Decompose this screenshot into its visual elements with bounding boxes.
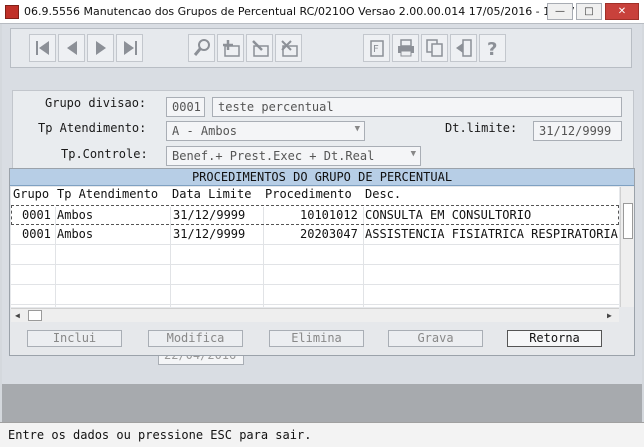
column-header-tp-atendimento[interactable]: Tp Atendimento [57,187,158,201]
column-header-desc[interactable]: Desc. [365,187,401,201]
cell-grupo: 0001 [22,227,51,241]
next-record-button[interactable] [87,34,114,62]
tp-atendimento-value: A - Ambos [172,124,238,138]
filter-button[interactable]: F [363,34,390,62]
cell-grupo: 0001 [22,208,51,222]
table-row-empty [11,245,619,265]
search-icon [193,39,210,56]
exit-button[interactable] [450,34,477,62]
tp-atendimento-label: Tp Atendimento: [38,121,147,135]
svg-text:?: ? [487,39,497,58]
status-message: Entre os dados ou pressione ESC para sai… [8,428,312,442]
window-title: 06.9.5556 Manutencao dos Grupos de Perce… [24,5,575,18]
horizontal-scrollbar[interactable]: ◀ ▶ [11,308,619,322]
cell-data-limite: 31/12/9999 [173,227,246,241]
add-icon [223,40,240,57]
elimina-button[interactable]: Elimina [269,330,364,347]
search-button[interactable] [188,34,215,62]
toolbar: F ? [10,28,632,68]
retorna-button[interactable]: Retorna [507,330,602,347]
cell-data-limite: 31/12/9999 [173,208,246,222]
table-row-empty [11,265,619,285]
maximize-button[interactable]: □ [576,3,602,20]
grid-title: PROCEDIMENTOS DO GRUPO DE PERCENTUAL [10,169,634,186]
inclui-button[interactable]: Inclui [27,330,122,347]
tp-controle-label: Tp.Controle: [61,147,148,161]
dt-limite-label: Dt.limite: [445,121,518,135]
edit-button[interactable] [246,34,273,62]
delete-icon [281,40,298,57]
previous-record-icon [67,41,77,55]
table-row-empty [11,285,619,305]
cell-procedimento: 10101012 [300,208,358,222]
exit-icon [456,39,472,57]
first-record-icon [36,41,49,55]
column-header-grupo[interactable]: Grupo [13,187,49,201]
vertical-scroll-thumb[interactable] [623,203,633,239]
horizontal-scroll-thumb[interactable] [28,310,42,321]
cell-tp-atendimento: Ambos [57,227,94,241]
grupo-name-field[interactable]: teste percentual [212,97,622,117]
chevron-down-icon: ▼ [410,149,416,159]
svg-text:F: F [373,44,379,55]
filter-icon: F [370,40,384,57]
previous-record-button[interactable] [58,34,85,62]
title-bar: 06.9.5556 Manutencao dos Grupos de Perce… [0,0,644,24]
grava-button[interactable]: Grava [388,330,483,347]
last-record-icon [124,41,137,55]
add-button[interactable] [217,34,244,62]
vertical-scrollbar[interactable] [620,187,634,307]
first-record-button[interactable] [29,34,56,62]
chevron-down-icon: ▼ [354,124,360,134]
help-button[interactable]: ? [479,34,506,62]
print-button[interactable] [392,34,419,62]
grupo-code-field[interactable]: 0001 [166,97,205,117]
procedures-table: Grupo Tp Atendimento Data Limite Procedi… [11,187,619,307]
cell-desc: CONSULTA EM CONSULTORIO [365,208,532,222]
scroll-right-icon[interactable]: ▶ [607,311,612,320]
table-row[interactable]: 0001 Ambos 31/12/9999 20203047 ASSISTENC… [11,225,619,245]
column-header-data-limite[interactable]: Data Limite [172,187,251,201]
minimize-button[interactable]: — [547,3,573,20]
copy-icon [426,39,443,57]
table-row[interactable]: 0001 Ambos 31/12/9999 10101012 CONSULTA … [11,205,619,225]
grupo-divisao-label: Grupo divisao: [45,96,147,110]
app-icon [5,5,19,19]
help-icon: ? [487,39,497,58]
modifica-button[interactable]: Modifica [148,330,243,347]
cell-procedimento: 20203047 [300,227,358,241]
status-bar: Entre os dados ou pressione ESC para sai… [0,422,644,447]
copy-button[interactable] [421,34,448,62]
column-header-procedimento[interactable]: Procedimento [265,187,352,201]
cell-tp-atendimento: Ambos [57,208,94,222]
last-record-button[interactable] [116,34,143,62]
close-button[interactable]: ✕ [605,3,639,20]
bottom-band [2,384,642,422]
tp-controle-select[interactable]: Benef.+ Prest.Exec + Dt.Real ▼ [166,146,421,166]
tp-controle-value: Benef.+ Prest.Exec + Dt.Real [172,149,375,163]
edit-icon [252,40,269,57]
print-icon [398,39,414,57]
cell-desc: ASSISTENCIA FISIATRICA RESPIRATORIA [365,227,618,241]
tp-atendimento-select[interactable]: A - Ambos ▼ [166,121,365,141]
procedures-panel: PROCEDIMENTOS DO GRUPO DE PERCENTUAL Gru… [9,168,635,356]
scroll-left-icon[interactable]: ◀ [15,311,20,320]
delete-button[interactable] [275,34,302,62]
next-record-icon [96,41,106,55]
dt-limite-field[interactable]: 31/12/9999 [533,121,622,141]
